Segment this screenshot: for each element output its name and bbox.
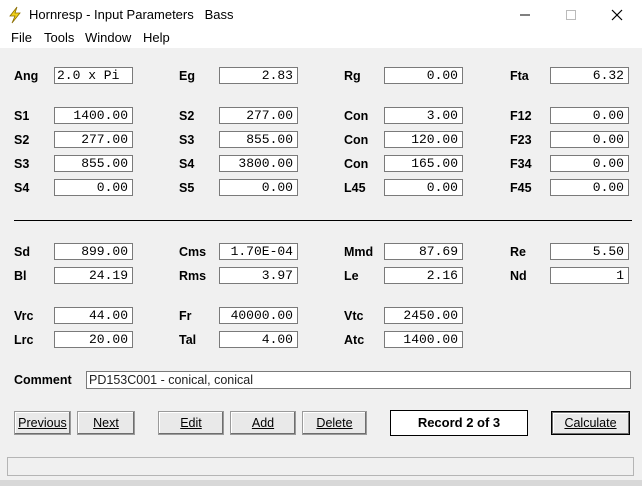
label-s4-seg4: S4 (14, 181, 30, 195)
label-f45: F45 (510, 181, 532, 195)
label-f23: F23 (510, 133, 532, 147)
maximize-button[interactable] (548, 0, 594, 30)
field-s3-seg2[interactable]: 855.00 (219, 131, 298, 148)
field-atc[interactable]: 1400.00 (384, 331, 463, 348)
field-con1[interactable]: 3.00 (384, 107, 463, 124)
field-s5[interactable]: 0.00 (219, 179, 298, 196)
label-atc: Atc (344, 333, 365, 347)
label-con2: Con (344, 133, 369, 147)
label-l45: L45 (344, 181, 366, 195)
field-tal[interactable]: 4.00 (219, 331, 298, 348)
label-nd: Nd (510, 269, 527, 283)
label-ang: Ang (14, 69, 39, 83)
minimize-button[interactable] (502, 0, 548, 30)
record-indicator: Record 2 of 3 (390, 410, 528, 436)
edit-button[interactable]: Edit (158, 411, 224, 435)
input-parameters-panel: Ang 2.0 x Pi Eg 2.83 Rg 0.00 Fta 6.32 S1… (0, 48, 642, 486)
menu-bar: File Tools Window Help (0, 30, 642, 48)
field-f34[interactable]: 0.00 (550, 155, 629, 172)
close-icon (611, 9, 623, 21)
calculate-button[interactable]: Calculate (551, 411, 630, 435)
maximize-icon (566, 10, 576, 20)
menu-help[interactable]: Help (143, 30, 170, 46)
label-con3: Con (344, 157, 369, 171)
label-vrc: Vrc (14, 309, 34, 323)
comment-field[interactable]: PD153C001 - conical, conical (86, 371, 631, 389)
label-s5: S5 (179, 181, 195, 195)
field-nd[interactable]: 1 (550, 267, 629, 284)
field-sd[interactable]: 899.00 (54, 243, 133, 260)
field-cms[interactable]: 1.70E-04 (219, 243, 298, 260)
field-vrc[interactable]: 44.00 (54, 307, 133, 324)
field-f23[interactable]: 0.00 (550, 131, 629, 148)
field-s2-seg2[interactable]: 277.00 (54, 131, 133, 148)
label-f34: F34 (510, 157, 532, 171)
menu-tools[interactable]: Tools (44, 30, 74, 46)
label-rg: Rg (344, 69, 361, 83)
label-bl: Bl (14, 269, 27, 283)
label-s3-seg3: S3 (14, 157, 30, 171)
add-button[interactable]: Add (230, 411, 296, 435)
label-lrc: Lrc (14, 333, 34, 347)
field-fta[interactable]: 6.32 (550, 67, 629, 84)
minimize-icon (520, 14, 530, 16)
field-ang[interactable]: 2.0 x Pi (54, 67, 133, 84)
label-s2-seg1: S2 (179, 109, 195, 123)
field-vtc[interactable]: 2450.00 (384, 307, 463, 324)
label-comment: Comment (14, 373, 72, 387)
window-title: Hornresp - Input Parameters Bass (29, 7, 234, 22)
field-l45[interactable]: 0.00 (384, 179, 463, 196)
field-s2-seg1[interactable]: 277.00 (219, 107, 298, 124)
field-fr[interactable]: 40000.00 (219, 307, 298, 324)
label-s3-seg2: S3 (179, 133, 195, 147)
field-rg[interactable]: 0.00 (384, 67, 463, 84)
field-eg[interactable]: 2.83 (219, 67, 298, 84)
field-f45[interactable]: 0.00 (550, 179, 629, 196)
section-divider (14, 220, 632, 221)
label-le: Le (344, 269, 359, 283)
menu-window[interactable]: Window (85, 30, 131, 46)
label-f12: F12 (510, 109, 532, 123)
field-s3-seg3[interactable]: 855.00 (54, 155, 133, 172)
label-fta: Fta (510, 69, 529, 83)
field-con3[interactable]: 165.00 (384, 155, 463, 172)
label-s1: S1 (14, 109, 30, 123)
label-con1: Con (344, 109, 369, 123)
field-s4-seg3[interactable]: 3800.00 (219, 155, 298, 172)
label-s4-seg3: S4 (179, 157, 195, 171)
next-button[interactable]: Next (77, 411, 135, 435)
title-bar: Hornresp - Input Parameters Bass (0, 0, 642, 30)
menu-file[interactable]: File (11, 30, 32, 46)
label-tal: Tal (179, 333, 197, 347)
delete-button[interactable]: Delete (302, 411, 367, 435)
label-re: Re (510, 245, 526, 259)
label-fr: Fr (179, 309, 192, 323)
window-bottom-edge (0, 480, 642, 486)
previous-button[interactable]: Previous (14, 411, 71, 435)
lightning-app-icon (9, 6, 21, 24)
field-rms[interactable]: 3.97 (219, 267, 298, 284)
field-s4-seg4[interactable]: 0.00 (54, 179, 133, 196)
label-rms: Rms (179, 269, 207, 283)
field-bl[interactable]: 24.19 (54, 267, 133, 284)
label-sd: Sd (14, 245, 30, 259)
field-s1[interactable]: 1400.00 (54, 107, 133, 124)
label-eg: Eg (179, 69, 195, 83)
label-cms: Cms (179, 245, 207, 259)
label-vtc: Vtc (344, 309, 364, 323)
field-lrc[interactable]: 20.00 (54, 331, 133, 348)
field-re[interactable]: 5.50 (550, 243, 629, 260)
close-button[interactable] (594, 0, 640, 30)
label-s2-seg2: S2 (14, 133, 30, 147)
field-f12[interactable]: 0.00 (550, 107, 629, 124)
field-le[interactable]: 2.16 (384, 267, 463, 284)
field-mmd[interactable]: 87.69 (384, 243, 463, 260)
status-bar (7, 457, 634, 476)
field-con2[interactable]: 120.00 (384, 131, 463, 148)
label-mmd: Mmd (344, 245, 374, 259)
